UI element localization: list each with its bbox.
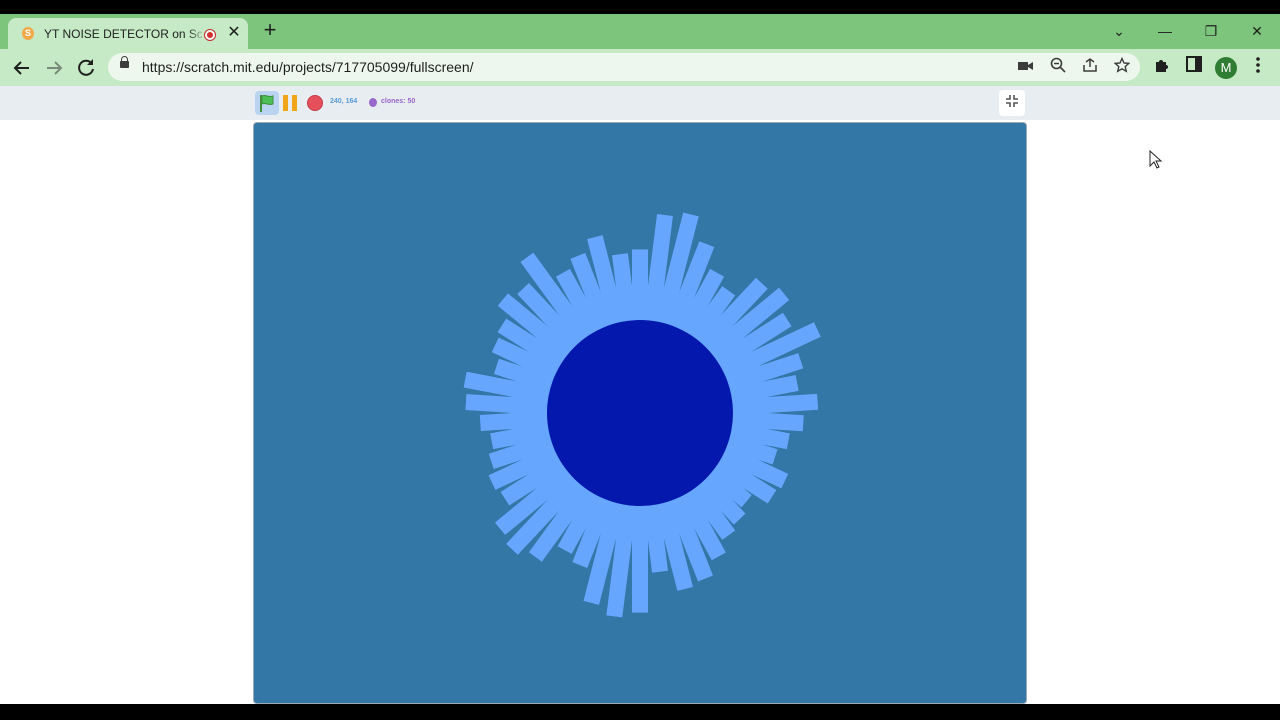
lock-icon[interactable] <box>120 56 129 68</box>
pause-button[interactable] <box>283 95 299 111</box>
scratch-favicon-icon: S <box>22 27 34 40</box>
forward-arrow-icon <box>47 61 63 75</box>
exit-fullscreen-button[interactable] <box>999 90 1025 116</box>
reload-icon <box>78 59 94 76</box>
core-circle <box>547 320 733 506</box>
letterbox-bottom <box>0 704 1280 720</box>
green-flag-icon <box>260 94 274 112</box>
side-panel-icon[interactable] <box>1182 56 1206 80</box>
bookmark-star-icon[interactable] <box>1112 56 1132 77</box>
browser-toolbar: https://scratch.mit.edu/projects/7177050… <box>0 49 1280 86</box>
scratch-stage[interactable] <box>253 122 1027 704</box>
close-window-button[interactable]: ✕ <box>1245 20 1269 42</box>
camera-icon[interactable] <box>1016 57 1036 77</box>
restore-button[interactable]: ❐ <box>1199 20 1223 42</box>
url-text[interactable]: https://scratch.mit.edu/projects/7177050… <box>142 59 474 75</box>
forward-button[interactable] <box>42 56 66 80</box>
clones-count: clones: 50 <box>381 98 416 105</box>
reload-button[interactable] <box>74 56 98 80</box>
exit-fullscreen-icon <box>1006 95 1018 107</box>
zoom-out-icon[interactable] <box>1048 57 1068 77</box>
clones-icon <box>369 98 377 107</box>
address-bar[interactable]: https://scratch.mit.edu/projects/7177050… <box>108 53 1140 81</box>
recording-indicator-icon <box>204 29 216 41</box>
pause-icon <box>283 95 288 111</box>
minimize-button[interactable]: — <box>1153 20 1177 42</box>
scratch-page: 240, 164 clones: 50 <box>0 86 1280 704</box>
tab-title: YT NOISE DETECTOR on Scratch <box>44 27 202 41</box>
stop-button[interactable] <box>307 95 323 111</box>
back-arrow-icon <box>13 61 29 75</box>
tab-strip: S YT NOISE DETECTOR on Scratch ✕ + ⌄ — ❐… <box>0 14 1280 49</box>
new-tab-button[interactable]: + <box>259 19 281 42</box>
back-button[interactable] <box>10 56 34 80</box>
profile-avatar[interactable]: M <box>1215 57 1237 79</box>
letterbox-top <box>0 0 1280 14</box>
scratch-control-bar: 240, 164 clones: 50 <box>0 86 1280 120</box>
noise-visualizer <box>463 212 821 618</box>
extensions-puzzle-icon[interactable] <box>1150 56 1174 80</box>
mouse-cursor-icon <box>1149 150 1163 169</box>
tab-search-icon[interactable]: ⌄ <box>1107 20 1131 42</box>
green-flag-button[interactable] <box>255 91 279 115</box>
browser-tab[interactable]: S YT NOISE DETECTOR on Scratch ✕ <box>8 18 248 49</box>
mouse-coordinates: 240, 164 <box>330 98 358 105</box>
tab-close-icon[interactable]: ✕ <box>226 25 242 41</box>
share-icon[interactable] <box>1080 57 1100 77</box>
kebab-menu-icon[interactable] <box>1246 56 1270 80</box>
